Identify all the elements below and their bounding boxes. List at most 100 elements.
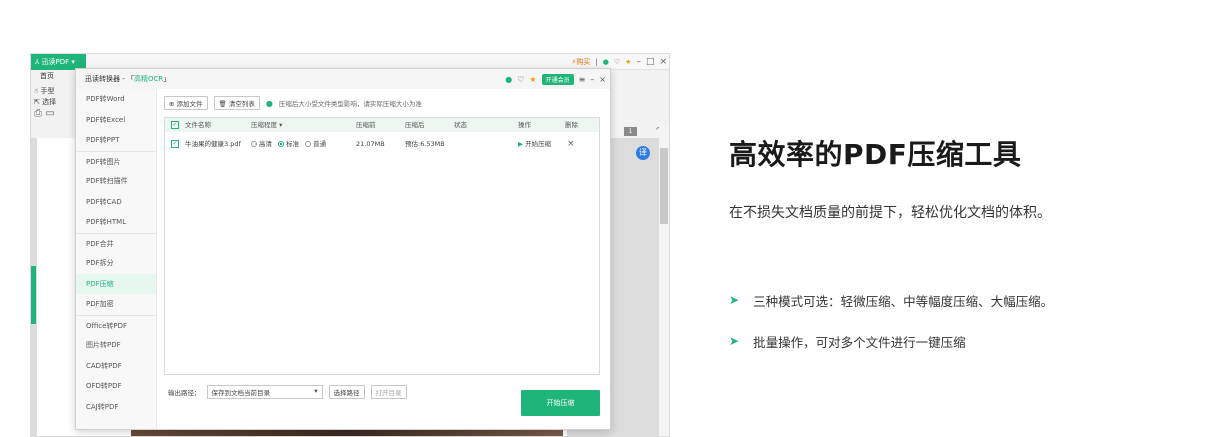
quick-icons: ⎙ ▭ [34, 108, 78, 119]
shield-icon[interactable]: ♡ [517, 75, 524, 84]
sidebar-item-pdf-encrypt[interactable]: PDF加密 [76, 294, 156, 315]
select-tool[interactable]: ⇱ 选择 [34, 97, 78, 108]
medal-icon[interactable]: ★ [529, 75, 536, 84]
output-bar: 输出路径： 保存到文档当前目录 ▾ 选择路径 打开目录 [168, 385, 407, 399]
info-icon: ● [265, 98, 273, 108]
open-dir-button[interactable]: 打开目录 [370, 385, 407, 399]
maximize-icon[interactable]: □ [646, 57, 655, 67]
print-icon[interactable]: ⎙ [34, 108, 42, 119]
page-title: 高效率的PDF压缩工具 [729, 138, 1022, 171]
plus-icon: ⊕ [169, 100, 175, 108]
sidebar-item-pdf-compress[interactable]: PDF压缩 [76, 273, 156, 294]
ocr-link[interactable]: 高精OCR [134, 75, 163, 83]
radio-normal[interactable]: 普通 [305, 140, 326, 148]
shield-icon[interactable]: ♡ [614, 58, 620, 66]
sidebar-item-pdf-merge[interactable]: PDF合并 [76, 232, 156, 254]
sidebar-item-pdf-word[interactable]: PDF转Word [76, 89, 156, 110]
chevron-down-icon: ▾ [279, 121, 283, 129]
user-avatar-icon[interactable]: ● [505, 75, 512, 84]
row-start-compress[interactable]: ▶ 开始压缩 [518, 135, 551, 153]
vertical-scrollbar[interactable] [659, 124, 669, 436]
converter-dialog: 迅读转换器 - 「高精OCR」 ● ♡ ★ 开通会员 ≡ – × PDF转Wor… [75, 68, 611, 430]
checkbox-icon: ✓ [171, 140, 179, 148]
converter-sidebar: PDF转Word PDF转Excel PDF转PPT PDF转图片 PDF转扫描… [76, 89, 157, 429]
sidebar-item-pdf-ppt[interactable]: PDF转PPT [76, 130, 156, 151]
output-path-select[interactable]: 保存到文档当前目录 ▾ [206, 385, 323, 399]
buy-button[interactable]: ⚡购买 [571, 57, 590, 67]
radio-clear[interactable]: 高清 [251, 140, 272, 148]
sidebar-item-pdf-image[interactable]: PDF转图片 [76, 150, 156, 172]
menu-home[interactable]: 首页 [31, 70, 76, 83]
scroll-thumb[interactable] [660, 148, 668, 224]
sidebar-item-cad-pdf[interactable]: CAD转PDF [76, 356, 156, 377]
sidebar-item-ofd-pdf[interactable]: OFD转PDF [76, 376, 156, 397]
add-file-button[interactable]: ⊕ 添加文件 [164, 96, 208, 110]
size-after: 预估:6.53MB [405, 140, 445, 148]
medal-icon[interactable]: ★ [625, 58, 631, 66]
divider: | [595, 58, 598, 66]
translate-icon[interactable]: 译 [636, 146, 650, 160]
sidebar-item-pdf-cad[interactable]: PDF转CAD [76, 192, 156, 213]
col-status: 状态 [454, 121, 467, 129]
table-header: ✓ 文件名称 压缩程度 ▾ 压缩前 压缩后 状态 操作 删除 [165, 118, 599, 132]
radio-clear-label: 高清 [259, 140, 272, 148]
choose-path-button[interactable]: 选择路径 [328, 385, 365, 399]
page-number-badge: 1 [624, 127, 637, 136]
col-after: 压缩后 [405, 121, 425, 129]
sidebar-item-image-pdf[interactable]: 图片转PDF [76, 335, 156, 356]
chevron-down-icon: ▾ [71, 58, 75, 66]
pdf-logo-icon: ⅄ [35, 58, 40, 66]
feature-list: ➤ 三种模式可选：轻微压缩、中等幅度压缩、大幅压缩。 ➤ 批量操作，可对多个文件… [729, 290, 1053, 372]
buy-label: 购买 [576, 58, 591, 66]
delete-icon[interactable]: × [567, 135, 575, 153]
select-all-checkbox[interactable]: ✓ [171, 118, 179, 132]
user-avatar-icon[interactable]: ● [603, 58, 609, 66]
hand-tool[interactable]: ☝ 手型 [34, 86, 78, 97]
row-start-label: 开始压缩 [525, 140, 552, 148]
checkbox-icon: ✓ [171, 121, 179, 129]
output-path-value: 保存到文档当前目录 [211, 389, 271, 397]
radio-standard[interactable]: 标准 [278, 140, 299, 148]
close-icon[interactable]: × [659, 57, 667, 67]
tool-panel: ☝ 手型 ⇱ 选择 ⎙ ▭ [34, 86, 78, 119]
level-options: 高清 标准 普通 [251, 135, 326, 153]
col-delete: 删除 [565, 121, 578, 129]
save-icon[interactable]: ▭ [45, 108, 54, 119]
size-before: 21.07MB [356, 140, 385, 148]
dialog-controls: ● ♡ ★ 开通会员 ≡ – × [505, 69, 606, 89]
sidebar-item-office-pdf[interactable]: Office转PDF [76, 314, 156, 336]
sidebar-item-caj-pdf[interactable]: CAJ转PDF [76, 397, 156, 418]
clear-list-button[interactable]: 🗑 清空列表 [213, 96, 260, 110]
col-name: 文件名称 [185, 121, 211, 129]
hand-tool-label: 手型 [40, 87, 55, 95]
sidebar-item-pdf-excel[interactable]: PDF转Excel [76, 110, 156, 131]
add-file-label: 添加文件 [176, 100, 203, 108]
list-item: ➤ 三种模式可选：轻微压缩、中等幅度压缩、大幅压缩。 [729, 290, 1053, 310]
minimize-icon[interactable]: – [636, 57, 641, 67]
radio-normal-label: 普通 [313, 140, 327, 148]
col-level[interactable]: 压缩程度 ▾ [251, 118, 282, 132]
sidebar-item-pdf-scan[interactable]: PDF转扫描件 [76, 171, 156, 192]
radio-checked-icon [278, 141, 285, 147]
close-icon[interactable]: × [599, 75, 606, 84]
start-compress-button[interactable]: 开始压缩 [521, 390, 600, 416]
feature-text: 批量操作，可对多个文件进行一键压缩 [753, 334, 966, 350]
row-checkbox[interactable]: ✓ [171, 135, 179, 153]
dialog-title-suffix: 」 [163, 75, 171, 83]
minimize-icon[interactable]: – [590, 75, 594, 84]
table-row: ✓ 牛油果的健康3.pdf 高清 标准 普通 21.07MB 预估:6.53MB… [165, 135, 599, 153]
vip-button[interactable]: 开通会员 [541, 73, 574, 85]
cursor-icon: ⇱ [34, 98, 40, 106]
radio-icon [305, 141, 312, 147]
file-toolbar: ⊕ 添加文件 🗑 清空列表 ● 压缩后大小受文件类型影响，请实际压缩大小为准 [164, 96, 422, 110]
menu-icon[interactable]: ≡ [579, 75, 586, 84]
sidebar-toggle[interactable] [31, 266, 36, 324]
sidebar-item-pdf-split[interactable]: PDF拆分 [76, 253, 156, 274]
file-name: 牛油果的健康3.pdf [185, 140, 241, 148]
col-action: 操作 [518, 121, 531, 129]
clear-list-label: 清空列表 [228, 100, 255, 108]
dialog-title-prefix: 迅读转换器 - 「 [85, 75, 134, 83]
sidebar-item-pdf-html[interactable]: PDF转HTML [76, 212, 156, 233]
col-before: 压缩前 [356, 121, 376, 129]
file-table: ✓ 文件名称 压缩程度 ▾ 压缩前 压缩后 状态 操作 删除 ✓ 牛油果的健康3… [164, 117, 600, 375]
